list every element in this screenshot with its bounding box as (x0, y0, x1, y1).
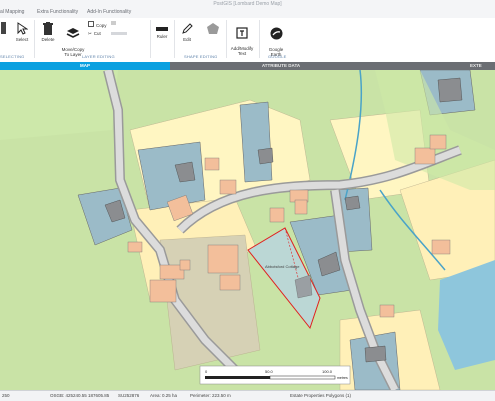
cut-label: Cut (93, 31, 101, 36)
add-modify-label: Add/Modify Text (230, 46, 254, 56)
building (127, 241, 143, 253)
move-copy-layer-button[interactable]: Move/Copy To Layer (60, 22, 86, 57)
tab-attribute-data[interactable]: ATTRIBUTE DATA (170, 62, 392, 70)
status-coordinates: OSGB: 425240.55 187605.85 (50, 393, 110, 398)
building (207, 244, 239, 274)
scale-end: 100.0 (322, 369, 333, 374)
building (257, 147, 274, 165)
google-earth-icon (270, 27, 282, 40)
ruler-label: Ruler (156, 34, 168, 39)
edit-label: Edit (183, 37, 191, 42)
ribbon-divider (34, 20, 35, 58)
paste-icon (110, 21, 116, 25)
ribbon-toolbar: Select Delete Move/Copy To Layer Copy ✂ C… (0, 18, 495, 63)
map-svg[interactable]: Abbotsford Cottage 0 50.0 100.0 metres (0, 70, 495, 390)
google-earth-button[interactable]: Google Earth (264, 22, 288, 57)
ruler-button[interactable]: Ruler (153, 26, 171, 39)
building (294, 199, 308, 215)
group-selecting: SELECTING (0, 54, 25, 59)
status-left: 250 (2, 393, 10, 398)
paste-button[interactable] (108, 21, 118, 26)
paste-special-icon (111, 32, 127, 35)
scale-unit: metres (337, 376, 348, 380)
edit-button[interactable]: Edit (178, 22, 196, 42)
building (429, 134, 447, 150)
pencil-icon (181, 23, 193, 34)
building (414, 147, 436, 165)
status-layer: Estate Properties Polygons (1) (290, 393, 352, 398)
select-button[interactable]: Select (12, 22, 32, 42)
delete-label: Delete (41, 37, 55, 42)
group-layer-editing: LAYER EDITING (82, 54, 115, 59)
menu-tab-addin[interactable]: Add-In Functionality (87, 9, 131, 15)
shape-button[interactable] (204, 22, 222, 37)
paste-special-button[interactable] (108, 31, 130, 36)
scissors-icon: ✂ (88, 31, 92, 36)
building (204, 157, 220, 171)
status-grid-ref: SU252876 (118, 393, 140, 398)
add-modify-text-button[interactable]: Add/Modify Text (229, 22, 255, 56)
group-google: GOOGLE (268, 54, 287, 59)
menu-bar: PostGIS [Lombard Demo Map] al Mapping Ex… (0, 0, 495, 18)
property-parcel (239, 101, 273, 183)
status-perimeter: Perimeter: 223.50 m (190, 393, 231, 398)
prev-tool-button[interactable] (0, 22, 8, 36)
tab-extensions[interactable]: EXTE (470, 62, 495, 70)
layers-icon (66, 28, 80, 38)
building (344, 195, 361, 211)
copy-label: Copy (96, 23, 107, 28)
ribbon-divider (259, 20, 260, 58)
scale-bar: 0 50.0 100.0 metres (199, 365, 351, 385)
building (379, 304, 395, 318)
move-copy-label: Move/Copy To Layer (61, 47, 85, 57)
app-title: PostGIS [Lombard Demo Map] (213, 1, 282, 7)
field-parcel (0, 70, 118, 140)
building (219, 179, 237, 195)
building (431, 239, 451, 255)
ruler-icon (156, 27, 168, 31)
group-shape-editing: SHAPE EDITING (184, 54, 218, 59)
menu-tab-extra[interactable]: Extra Functionality (37, 9, 78, 15)
map-canvas[interactable]: Abbotsford Cottage 0 50.0 100.0 metres (0, 70, 495, 390)
status-area: Area: 0.25 ha (150, 393, 178, 398)
scale-bar-segment (269, 375, 336, 380)
building (179, 259, 191, 271)
pentagon-icon (207, 23, 219, 34)
status-bar: 250 OSGB: 425240.55 187605.85 SU252876 A… (0, 390, 495, 401)
cursor-icon (17, 22, 28, 35)
trash-icon (43, 22, 53, 35)
ribbon-divider (226, 20, 227, 58)
building (437, 77, 463, 103)
building (219, 274, 241, 291)
building (364, 345, 387, 363)
scale-mid: 50.0 (265, 369, 274, 374)
ribbon-divider (150, 20, 151, 58)
building (149, 279, 177, 303)
select-label: Select (15, 37, 29, 42)
selected-property-label: Abbotsford Cottage (265, 264, 300, 269)
text-box-icon (236, 27, 248, 39)
menu-tab-mapping[interactable]: al Mapping (0, 9, 24, 15)
tool-icon (1, 22, 6, 34)
building (269, 207, 285, 223)
property-parcel (137, 141, 206, 211)
ribbon-divider (174, 20, 175, 58)
tab-map[interactable]: MAP (0, 62, 170, 70)
delete-button[interactable]: Delete (38, 22, 58, 42)
copy-icon (88, 21, 94, 27)
view-tabs: MAP ATTRIBUTE DATA EXTE (0, 62, 495, 70)
